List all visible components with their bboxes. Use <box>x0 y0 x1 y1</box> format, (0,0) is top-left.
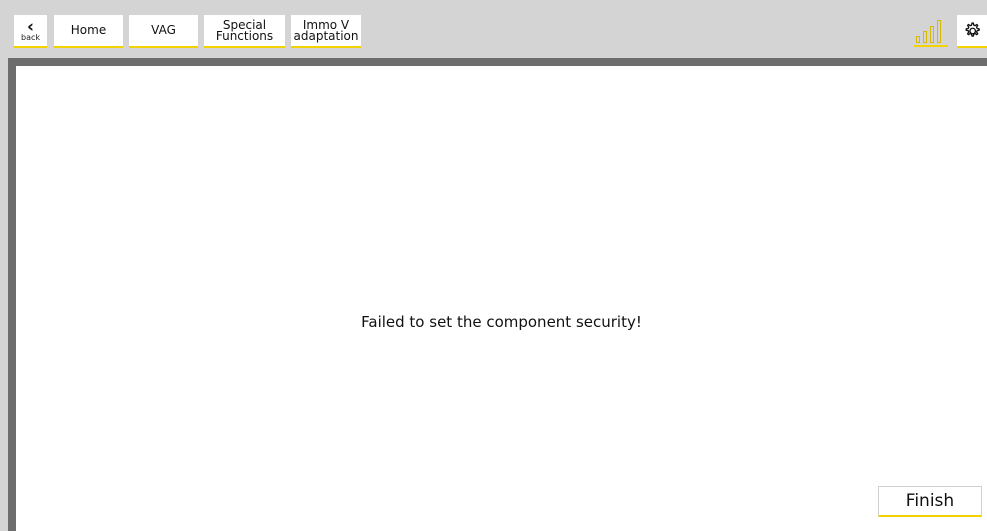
breadcrumb-home[interactable]: Home <box>54 15 123 48</box>
content-area: Failed to set the component security! <box>16 66 987 531</box>
home-label: Home <box>70 23 107 37</box>
status-message: Failed to set the component security! <box>361 313 642 331</box>
top-navigation-bar: ‹ back Home VAG Special Functions Immo V… <box>0 0 987 58</box>
settings-button[interactable] <box>957 15 987 48</box>
chevron-left-icon: ‹ <box>26 17 34 37</box>
special-functions-label: Special Functions <box>215 17 274 43</box>
vag-label: VAG <box>151 23 176 37</box>
finish-button[interactable]: Finish <box>878 486 982 517</box>
back-button[interactable]: ‹ back <box>14 15 47 48</box>
breadcrumb-vag[interactable]: VAG <box>129 15 198 48</box>
signal-strength-icon <box>914 19 948 47</box>
back-label: back <box>20 33 40 42</box>
breadcrumb-immo-v-adaptation[interactable]: Immo V adaptation <box>291 15 361 48</box>
immo-label: Immo V adaptation <box>293 17 359 43</box>
breadcrumb-special-functions[interactable]: Special Functions <box>204 15 285 48</box>
gear-icon <box>965 21 980 37</box>
